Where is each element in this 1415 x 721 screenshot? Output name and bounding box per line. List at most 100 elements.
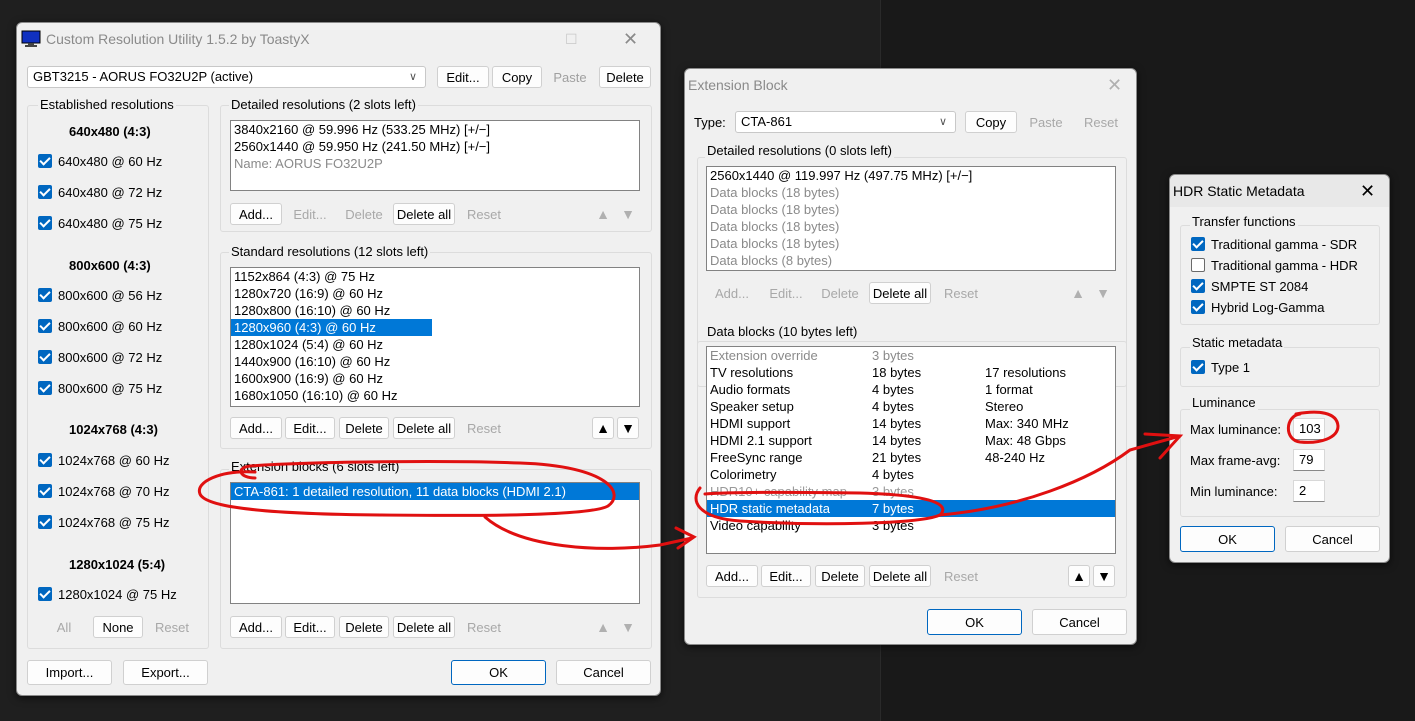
delete-all-button[interactable]: Delete all xyxy=(869,282,931,304)
est-item[interactable]: 640x480 @ 72 Hz xyxy=(58,185,162,200)
list-item[interactable]: 1280x1024 (5:4) @ 60 Hz xyxy=(231,336,639,353)
list-item-selected[interactable]: HDR static metadata 7 bytes xyxy=(707,500,1115,517)
checkbox[interactable] xyxy=(1191,258,1205,272)
edit-monitor-button[interactable]: Edit... xyxy=(437,66,489,88)
list-item[interactable]: 1280x720 (16:9) @ 60 Hz xyxy=(231,285,639,302)
checkbox[interactable] xyxy=(38,216,52,230)
list-item[interactable]: 1680x1050 (16:10) @ 60 Hz xyxy=(231,387,639,404)
checkbox[interactable] xyxy=(38,350,52,364)
move-up-icon[interactable]: ▲ xyxy=(1068,282,1088,304)
list-item[interactable]: Colorimetry 4 bytes xyxy=(707,466,1115,483)
list-item[interactable]: FreeSync range 21 bytes 48-240 Hz xyxy=(707,449,1115,466)
checkbox[interactable] xyxy=(38,381,52,395)
max-frame-avg-input[interactable]: 79 xyxy=(1293,449,1325,471)
checkbox[interactable] xyxy=(1191,300,1205,314)
transfer-sdr-label[interactable]: Traditional gamma - SDR xyxy=(1211,237,1357,252)
transfer-pq-label[interactable]: SMPTE ST 2084 xyxy=(1211,279,1308,294)
list-item-selected[interactable]: CTA-861: 1 detailed resolution, 11 data … xyxy=(231,483,639,500)
type-select[interactable]: CTA-861 ∨ xyxy=(735,111,956,133)
list-item[interactable]: 1440x900 (16:10) @ 60 Hz xyxy=(231,353,639,370)
cancel-button[interactable]: Cancel xyxy=(1032,609,1127,635)
add-button[interactable]: Add... xyxy=(706,282,758,304)
est-item[interactable]: 640x480 @ 60 Hz xyxy=(58,154,162,169)
cancel-button[interactable]: Cancel xyxy=(556,660,651,685)
reset-button[interactable]: Reset xyxy=(458,203,510,225)
checkbox[interactable] xyxy=(38,484,52,498)
delete-button[interactable]: Delete xyxy=(815,282,865,304)
est-item[interactable]: 800x600 @ 72 Hz xyxy=(58,350,162,365)
close-icon[interactable]: ✕ xyxy=(1107,75,1122,96)
transfer-hlg-label[interactable]: Hybrid Log-Gamma xyxy=(1211,300,1324,315)
est-item[interactable]: 1024x768 @ 70 Hz xyxy=(58,484,170,499)
export-button[interactable]: Export... xyxy=(123,660,208,685)
checkbox[interactable] xyxy=(38,154,52,168)
move-up-icon[interactable]: ▲ xyxy=(593,203,613,225)
max-luminance-input[interactable]: 103 xyxy=(1293,418,1325,440)
est-item[interactable]: 800x600 @ 56 Hz xyxy=(58,288,162,303)
move-up-icon[interactable]: ▲ xyxy=(593,616,613,638)
checkbox[interactable] xyxy=(1191,360,1205,374)
add-button[interactable]: Add... xyxy=(706,565,758,587)
paste-button[interactable]: Paste xyxy=(1020,111,1072,133)
list-item[interactable]: Data blocks (18 bytes) xyxy=(707,184,1115,201)
reset-button[interactable]: Reset xyxy=(935,282,987,304)
static-type-label[interactable]: Type 1 xyxy=(1211,360,1250,375)
move-up-icon[interactable]: ▲ xyxy=(1068,565,1090,587)
delete-button[interactable]: Delete xyxy=(339,616,389,638)
checkbox[interactable] xyxy=(38,515,52,529)
list-item[interactable]: 3840x2160 @ 59.996 Hz (533.25 MHz) [+/−] xyxy=(231,121,639,138)
list-item[interactable]: Speaker setup 4 bytes Stereo xyxy=(707,398,1115,415)
min-luminance-input[interactable]: 2 xyxy=(1293,480,1325,502)
paste-monitor-button[interactable]: Paste xyxy=(545,66,595,88)
maximize-icon[interactable]: ☐ xyxy=(565,31,578,48)
list-item[interactable]: Video capability 3 bytes xyxy=(707,517,1115,534)
list-item[interactable]: Data blocks (18 bytes) xyxy=(707,235,1115,252)
reset-button[interactable]: Reset xyxy=(458,616,510,638)
standard-list[interactable]: 1152x864 (4:3) @ 75 Hz 1280x720 (16:9) @… xyxy=(230,267,640,407)
add-button[interactable]: Add... xyxy=(230,616,282,638)
move-down-icon[interactable]: ▼ xyxy=(617,417,639,439)
list-item[interactable]: HDR10+ capability map 3 bytes xyxy=(707,483,1115,500)
edit-button[interactable]: Edit... xyxy=(285,203,335,225)
list-item[interactable]: Name: AORUS FO32U2P xyxy=(231,155,639,172)
edit-button[interactable]: Edit... xyxy=(285,616,335,638)
est-item[interactable]: 800x600 @ 75 Hz xyxy=(58,381,162,396)
list-item[interactable]: Data blocks (8 bytes) xyxy=(707,252,1115,269)
edit-button[interactable]: Edit... xyxy=(285,417,335,439)
add-button[interactable]: Add... xyxy=(230,203,282,225)
ext-detailed-list[interactable]: 2560x1440 @ 119.997 Hz (497.75 MHz) [+/−… xyxy=(706,166,1116,271)
import-button[interactable]: Import... xyxy=(27,660,112,685)
list-item[interactable]: TV resolutions 18 bytes 17 resolutions xyxy=(707,364,1115,381)
list-item[interactable]: HDMI support 14 bytes Max: 340 MHz xyxy=(707,415,1115,432)
checkbox[interactable] xyxy=(38,319,52,333)
reset-button[interactable]: Reset xyxy=(1075,111,1127,133)
extension-list[interactable]: CTA-861: 1 detailed resolution, 11 data … xyxy=(230,482,640,604)
delete-monitor-button[interactable]: Delete xyxy=(599,66,651,88)
detailed-list[interactable]: 3840x2160 @ 59.996 Hz (533.25 MHz) [+/−]… xyxy=(230,120,640,191)
checkbox[interactable] xyxy=(1191,237,1205,251)
est-item[interactable]: 1280x1024 @ 75 Hz xyxy=(58,587,177,602)
checkbox[interactable] xyxy=(38,587,52,601)
est-item[interactable]: 640x480 @ 75 Hz xyxy=(58,216,162,231)
reset-button[interactable]: Reset xyxy=(147,616,197,638)
list-item[interactable]: 2560x1440 @ 119.997 Hz (497.75 MHz) [+/−… xyxy=(707,167,1115,184)
delete-all-button[interactable]: Delete all xyxy=(393,417,455,439)
list-item[interactable]: 1600x900 (16:9) @ 60 Hz xyxy=(231,370,639,387)
data-blocks-list[interactable]: Extension override 3 bytes TV resolutions 1… xyxy=(706,346,1116,554)
reset-button[interactable]: Reset xyxy=(935,565,987,587)
add-button[interactable]: Add... xyxy=(230,417,282,439)
cancel-button[interactable]: Cancel xyxy=(1285,526,1380,552)
checkbox[interactable] xyxy=(38,453,52,467)
move-down-icon[interactable]: ▼ xyxy=(1093,282,1113,304)
list-item[interactable]: 2560x1440 @ 59.950 Hz (241.50 MHz) [+/−] xyxy=(231,138,639,155)
move-down-icon[interactable]: ▼ xyxy=(1093,565,1115,587)
ok-button[interactable]: OK xyxy=(927,609,1022,635)
move-down-icon[interactable]: ▼ xyxy=(618,203,638,225)
checkbox[interactable] xyxy=(38,185,52,199)
close-icon[interactable]: ✕ xyxy=(623,29,638,50)
list-item[interactable]: HDMI 2.1 support 14 bytes Max: 48 Gbps xyxy=(707,432,1115,449)
list-item[interactable]: Audio formats 4 bytes 1 format xyxy=(707,381,1115,398)
ok-button[interactable]: OK xyxy=(451,660,546,685)
est-item[interactable]: 1024x768 @ 75 Hz xyxy=(58,515,170,530)
list-item-selected[interactable]: 1280x960 (4:3) @ 60 Hz xyxy=(231,319,432,336)
